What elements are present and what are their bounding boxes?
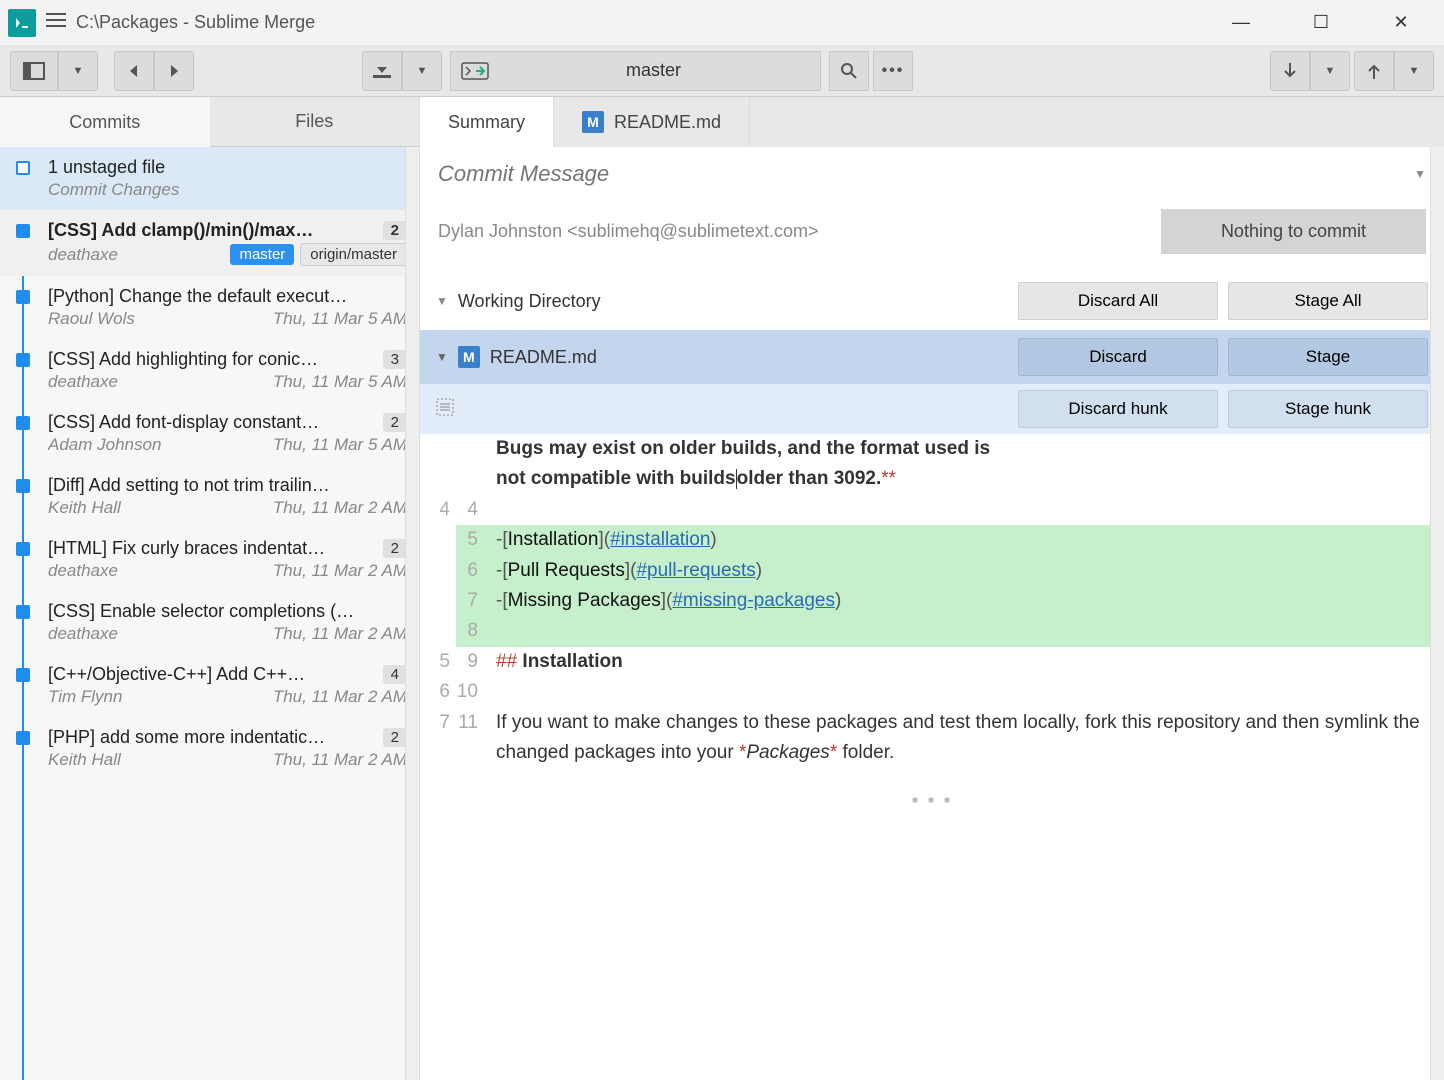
window-title: C:\Packages - Sublime Merge (76, 12, 315, 33)
commit-item[interactable]: [CSS] Add highlighting for conic…3 death… (0, 339, 419, 402)
main-minimap[interactable] (1430, 147, 1444, 1080)
tab-file[interactable]: M README.md (554, 97, 750, 147)
commit-author: Dylan Johnston <sublimehq@sublimetext.co… (438, 221, 1149, 242)
uncommitted-changes-item[interactable]: 1 unstaged file Commit Changes (0, 147, 419, 210)
toolbar: ▼ ▼ master ••• ▼ ▼ (0, 45, 1444, 97)
stash-dropdown[interactable]: ▼ (402, 51, 442, 91)
minimize-icon[interactable]: — (1226, 12, 1256, 33)
app-icon (8, 9, 36, 37)
working-directory-header[interactable]: ▼ Working Directory Discard All Stage Al… (420, 272, 1444, 330)
hamburger-icon[interactable] (46, 12, 66, 33)
push-dropdown[interactable]: ▼ (1394, 51, 1434, 91)
file-row[interactable]: ▼ M README.md Discard Stage (420, 330, 1444, 384)
tab-commits[interactable]: Commits (0, 97, 210, 147)
chevron-down-icon: ▼ (436, 350, 448, 364)
modified-icon: M (582, 111, 604, 133)
push-button[interactable] (1354, 51, 1394, 91)
nav-forward-button[interactable] (154, 51, 194, 91)
discard-hunk-button[interactable]: Discard hunk (1018, 390, 1218, 428)
pull-button[interactable] (1270, 51, 1310, 91)
main-panel: Summary M README.md ▼ Dylan Johnston <su… (420, 97, 1444, 1080)
stage-all-button[interactable]: Stage All (1228, 282, 1428, 320)
stage-button[interactable]: Stage (1228, 338, 1428, 376)
diff-ellipsis-icon: ▪ ▪ ▪ (420, 768, 1444, 834)
chevron-down-icon: ▼ (436, 294, 448, 308)
stash-button[interactable] (362, 51, 402, 91)
hunk-row: Discard hunk Stage hunk (420, 384, 1444, 434)
modified-icon: M (458, 346, 480, 368)
uncommitted-line1: 1 unstaged file (48, 157, 407, 178)
uncommitted-line2: Commit Changes (48, 180, 179, 200)
discard-button[interactable]: Discard (1018, 338, 1218, 376)
close-icon[interactable]: ✕ (1386, 12, 1416, 33)
branch-name: master (497, 60, 810, 81)
commit-message-input[interactable] (438, 161, 1426, 187)
commit-item[interactable]: [CSS] Enable selector completions (… dea… (0, 591, 419, 654)
commit-list[interactable]: 1 unstaged file Commit Changes [CSS] Add… (0, 147, 419, 1080)
branch-selector[interactable]: master (450, 51, 821, 91)
terminal-icon (461, 62, 489, 80)
sidebar-toggle-dropdown[interactable]: ▼ (58, 51, 98, 91)
tab-files[interactable]: Files (210, 97, 420, 147)
stage-hunk-button[interactable]: Stage hunk (1228, 390, 1428, 428)
commit-message-area: ▼ (420, 147, 1444, 201)
sidebar-toggle-button[interactable] (10, 51, 58, 91)
sidebar: Commits Files 1 unstaged file Commit Cha… (0, 97, 420, 1080)
commit-item[interactable]: [Python] Change the default execut… Raou… (0, 276, 419, 339)
commit-item[interactable]: [CSS] Add font-display constant…2 Adam J… (0, 402, 419, 465)
tab-summary[interactable]: Summary (420, 97, 554, 147)
branch-tag-master: master (230, 244, 294, 265)
branch-tag-origin: origin/master (300, 243, 407, 266)
commit-item[interactable]: [PHP] add some more indentatic…2 Keith H… (0, 717, 419, 780)
search-button[interactable] (829, 51, 869, 91)
commit-item[interactable]: [C++/Objective-C++] Add C++…4 Tim FlynnT… (0, 654, 419, 717)
diff-view[interactable]: Bugs may exist on older builds, and the … (420, 434, 1444, 1080)
commit-item[interactable]: [HTML] Fix curly braces indentat…2 death… (0, 528, 419, 591)
titlebar: C:\Packages - Sublime Merge — ☐ ✕ (0, 0, 1444, 45)
sidebar-minimap[interactable] (405, 147, 419, 1080)
commit-item[interactable]: [Diff] Add setting to not trim trailin… … (0, 465, 419, 528)
nav-back-button[interactable] (114, 51, 154, 91)
hunk-icon (436, 398, 454, 421)
discard-all-button[interactable]: Discard All (1018, 282, 1218, 320)
maximize-icon[interactable]: ☐ (1306, 12, 1336, 33)
commit-button[interactable]: Nothing to commit (1161, 209, 1426, 254)
commit-msg-dropdown-icon[interactable]: ▼ (1414, 167, 1426, 181)
commit-item[interactable]: [CSS] Add clamp()/min()/max…2 deathaxema… (0, 210, 419, 276)
pull-dropdown[interactable]: ▼ (1310, 51, 1350, 91)
more-button[interactable]: ••• (873, 51, 913, 91)
